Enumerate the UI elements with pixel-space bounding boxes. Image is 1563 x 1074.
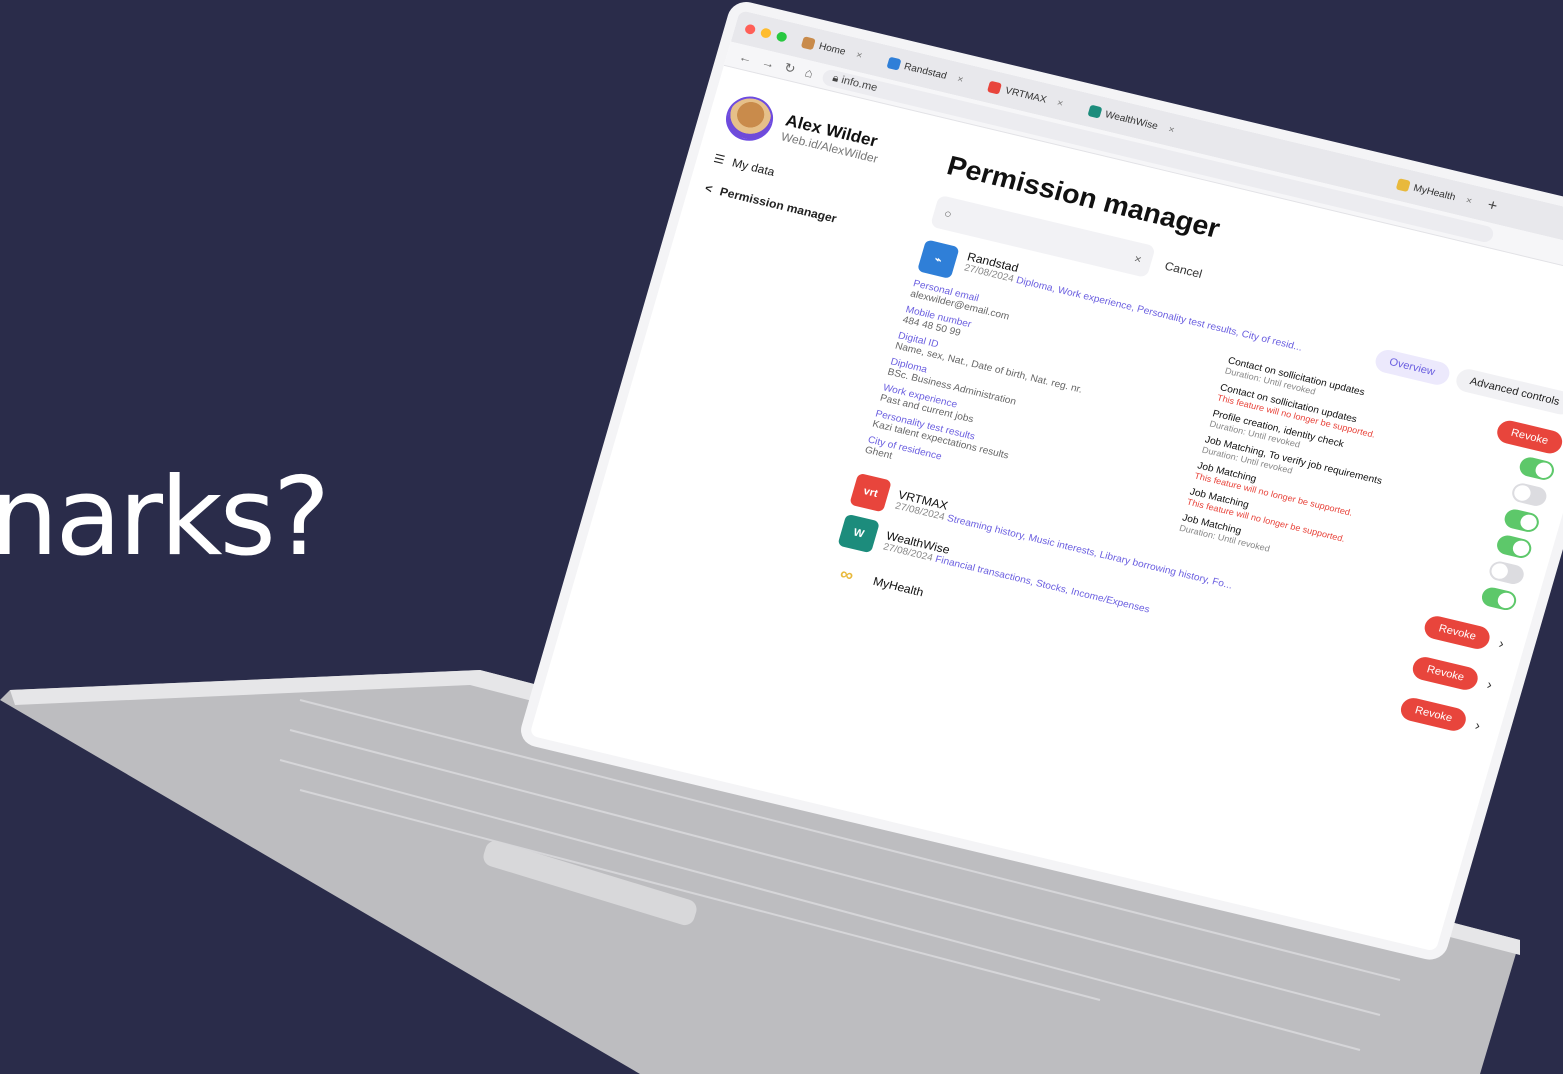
tab-label: Randstad: [902, 61, 949, 82]
tab-close-icon[interactable]: ×: [1167, 124, 1176, 136]
back-icon[interactable]: ←: [737, 49, 754, 66]
revoke-button[interactable]: Revoke: [1410, 654, 1481, 693]
wealthwise-favicon-icon: [1086, 104, 1103, 119]
chevron-right-icon[interactable]: ›: [1497, 635, 1506, 651]
permission-toggle[interactable]: [1509, 480, 1549, 508]
tab-advanced-controls[interactable]: Advanced controls: [1453, 366, 1563, 417]
search-icon: ○: [942, 206, 954, 222]
home-icon[interactable]: ⌂: [803, 65, 815, 81]
sidebar-item-label: My data: [730, 155, 777, 179]
wealthwise-logo-icon: W: [837, 513, 881, 554]
revoke-button[interactable]: Revoke: [1398, 695, 1469, 734]
permission-toggle[interactable]: [1502, 506, 1542, 534]
myhealth-logo-icon: ∞: [837, 563, 856, 585]
chevron-right-icon[interactable]: ›: [1485, 676, 1494, 692]
cancel-button[interactable]: Cancel: [1163, 259, 1204, 281]
vrtmax-favicon-icon: [987, 80, 1003, 95]
sidebar-item-label: Permission manager: [718, 184, 839, 226]
permission-toggle[interactable]: [1479, 585, 1519, 612]
share-icon: <: [703, 181, 715, 196]
vrtmax-logo-icon: vrt: [849, 472, 892, 513]
tab-label: VRTMAX: [1003, 85, 1048, 106]
myhealth-favicon-icon: [1395, 178, 1411, 193]
lock-icon: 🔒︎: [831, 72, 841, 85]
tab-close-icon[interactable]: ×: [855, 50, 864, 62]
url-text: info.me: [839, 74, 879, 95]
clear-search-icon[interactable]: ×: [1133, 252, 1144, 267]
randstad-favicon-icon: [886, 56, 902, 71]
revoke-button[interactable]: Revoke: [1421, 613, 1493, 652]
tab-label: WealthWise: [1103, 108, 1160, 132]
tab-overview[interactable]: Overview: [1372, 347, 1452, 388]
permission-toggle[interactable]: [1494, 532, 1534, 560]
chevron-right-icon[interactable]: ›: [1473, 717, 1482, 733]
new-tab-button[interactable]: +: [1485, 197, 1499, 216]
tab-close-icon[interactable]: ×: [956, 74, 965, 86]
avatar: [720, 91, 779, 146]
headline: narks?: [0, 455, 330, 580]
forward-icon[interactable]: →: [760, 54, 777, 71]
database-icon: ☰: [712, 151, 727, 167]
permission-toggle[interactable]: [1517, 454, 1557, 482]
maximize-window-icon[interactable]: [775, 31, 788, 43]
permission-toggle[interactable]: [1487, 559, 1527, 586]
laptop-screen: Home × Randstad × VRTMAX × WealthWise × MyHe…: [529, 10, 1563, 952]
close-window-icon[interactable]: [743, 23, 757, 36]
minimize-window-icon[interactable]: [759, 27, 773, 39]
randstad-logo-icon: ⌁: [917, 239, 960, 279]
reload-icon[interactable]: ↻: [782, 59, 798, 76]
home-favicon-icon: [800, 36, 816, 51]
tab-close-icon[interactable]: ×: [1056, 97, 1065, 109]
tab-label: MyHealth: [1412, 182, 1457, 203]
tab-close-icon[interactable]: ×: [1465, 195, 1474, 207]
tab-label: Home: [817, 40, 847, 58]
